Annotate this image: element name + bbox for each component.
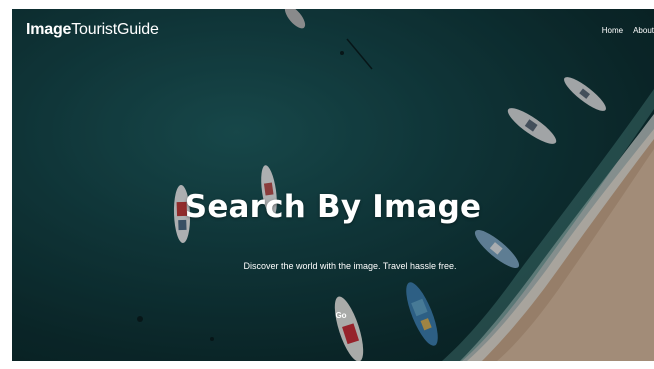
nav-home-link[interactable]: Home bbox=[602, 26, 623, 35]
hero-subtitle: Discover the world with the image. Trave… bbox=[243, 261, 457, 271]
brand-logo-bold: Image bbox=[26, 21, 72, 38]
brand-logo[interactable]: ImageTouristGuide bbox=[26, 21, 159, 39]
brand-logo-light: TouristGuide bbox=[71, 21, 159, 38]
hero-title: Search By Image bbox=[184, 189, 482, 225]
nav-about-link[interactable]: About bbox=[633, 26, 654, 35]
main-nav: Home About bbox=[602, 26, 654, 35]
go-button[interactable]: Go bbox=[330, 309, 352, 323]
navbar: ImageTouristGuide Home About bbox=[12, 9, 654, 53]
hero-section: ImageTouristGuide Home About Search By I… bbox=[12, 9, 654, 361]
page: ImageTouristGuide Home About Search By I… bbox=[0, 0, 654, 369]
